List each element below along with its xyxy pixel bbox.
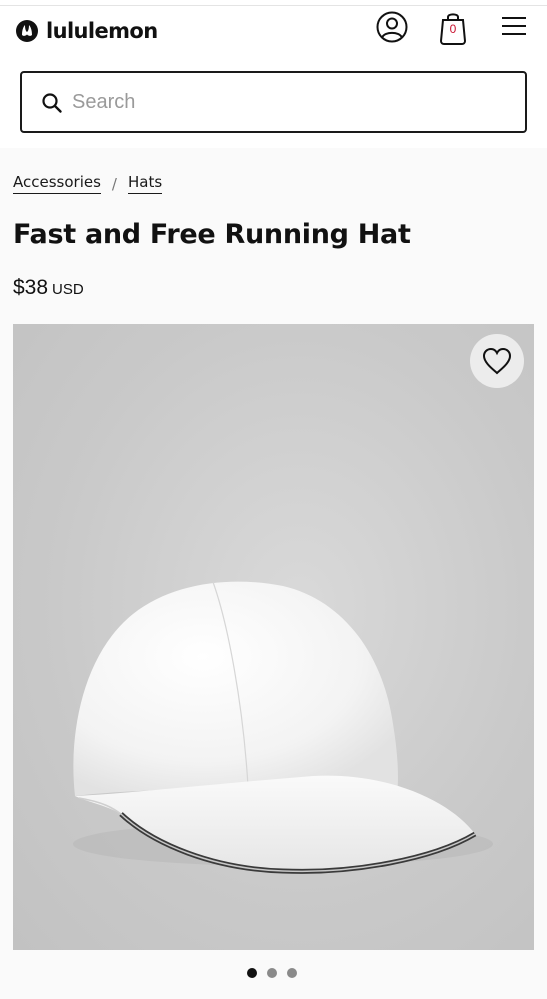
bag-item-count: 0 <box>449 22 457 36</box>
product-title: Fast and Free Running Hat <box>13 219 411 250</box>
price-amount: $38 <box>13 276 49 299</box>
running-hat-image <box>73 581 493 874</box>
breadcrumb-item-accessories[interactable]: Accessories <box>13 173 101 194</box>
carousel-dot-1[interactable] <box>247 968 257 978</box>
breadcrumb-item-hats[interactable]: Hats <box>127 173 163 194</box>
menu-button[interactable] <box>500 14 528 38</box>
breadcrumb-separator: / <box>111 174 117 193</box>
product-price: $38 USD <box>13 276 84 300</box>
search-icon <box>42 93 62 113</box>
brand-name: lululemon <box>46 19 158 43</box>
lululemon-logo-icon <box>16 20 38 42</box>
carousel-dot-2[interactable] <box>267 968 277 978</box>
carousel-dot-3[interactable] <box>287 968 297 978</box>
search-input[interactable] <box>72 83 512 121</box>
shopping-bag-button[interactable]: 0 <box>438 10 468 46</box>
hamburger-menu-icon <box>502 17 526 35</box>
site-header: lululemon 0 <box>0 6 547 56</box>
product-image[interactable] <box>13 324 534 950</box>
account-button[interactable] <box>375 10 409 44</box>
price-currency: USD <box>52 281 84 298</box>
wishlist-button[interactable] <box>470 334 524 388</box>
brand-logo[interactable]: lululemon <box>16 18 158 44</box>
heart-icon <box>482 347 512 375</box>
search-bar[interactable] <box>20 71 527 133</box>
product-detail: Accessories / Hats Fast and Free Running… <box>0 148 547 999</box>
breadcrumb: Accessories / Hats <box>13 173 163 194</box>
user-account-icon <box>376 11 408 43</box>
image-carousel-dots <box>247 968 297 978</box>
